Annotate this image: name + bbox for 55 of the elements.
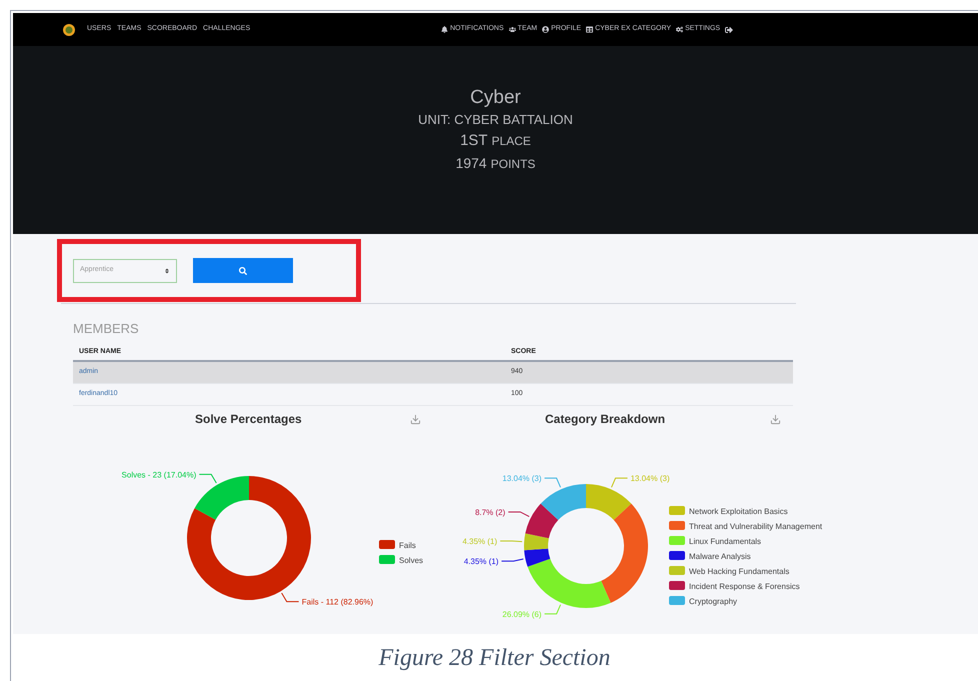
leader-line [501,558,524,562]
leader-line [544,604,562,614]
people-icon [508,26,516,33]
legend-label: Malware Analysis [689,552,751,561]
slice-label: 4.35% (1) [464,557,499,566]
legend-swatch [669,506,685,515]
leader-line [611,478,628,488]
legend-label: Network Exploitation Basics [689,507,788,516]
leader-line [544,478,561,488]
user-icon [542,26,550,33]
sort-icon [164,268,170,274]
sign-out-icon[interactable] [725,26,734,34]
legend-label: Web Hacking Fundamentals [689,567,790,576]
slice-label: 13.04% (3) [630,474,670,484]
legend-swatch [669,521,685,530]
legend-label: Incident Response & Forensics [689,582,800,591]
download-icon[interactable] [770,414,781,424]
place-rank: 1ST [460,131,488,151]
table-icon [586,26,594,33]
legend-swatch [669,596,685,605]
leader-line [508,511,530,518]
slice-label: Solves - 23 (17.04%) [122,470,196,480]
legend-swatch [669,566,685,575]
leader-line [281,592,300,602]
legend-label: Fails [399,541,416,550]
legend-swatch [669,581,685,590]
legend-label: Threat and Vulnerability Management [689,522,822,531]
logo-icon [63,24,75,36]
legend-label: Cryptography [689,597,738,606]
points-value: 1974 [456,154,487,173]
chart-title: Category Breakdown [545,411,666,428]
slice-label: 26.09% (6) [502,610,542,619]
legend-swatch [379,540,395,549]
leader-line [198,474,217,484]
members-heading: MEMBERS [72,320,140,338]
chart-title: Solve Percentages [195,411,302,428]
unit-label: UNIT: CYBER BATTALION [418,111,573,129]
slice-label: 8.7% (2) [475,508,506,517]
leader-line [500,540,523,542]
legend-label: Solves [399,556,424,565]
legend-swatch [669,536,685,545]
legend-swatch [669,551,685,560]
slice-label: 13.04% (3) [502,474,542,484]
legend-swatch [379,555,395,564]
legend-label: Linux Fundamentals [689,537,762,546]
search-icon [239,266,247,274]
figure-caption: Figure 28 Filter Section [378,644,612,672]
team-name: Cyber [470,86,521,110]
slice-label: 4.35% (1) [462,536,498,546]
bell-icon [441,26,448,33]
place-label: PLACE [492,133,531,150]
gears-icon [676,26,684,33]
download-icon[interactable] [410,414,421,424]
slice-label: Fails - 112 (82.96%) [302,598,374,607]
points-label: POINTS [490,156,536,173]
